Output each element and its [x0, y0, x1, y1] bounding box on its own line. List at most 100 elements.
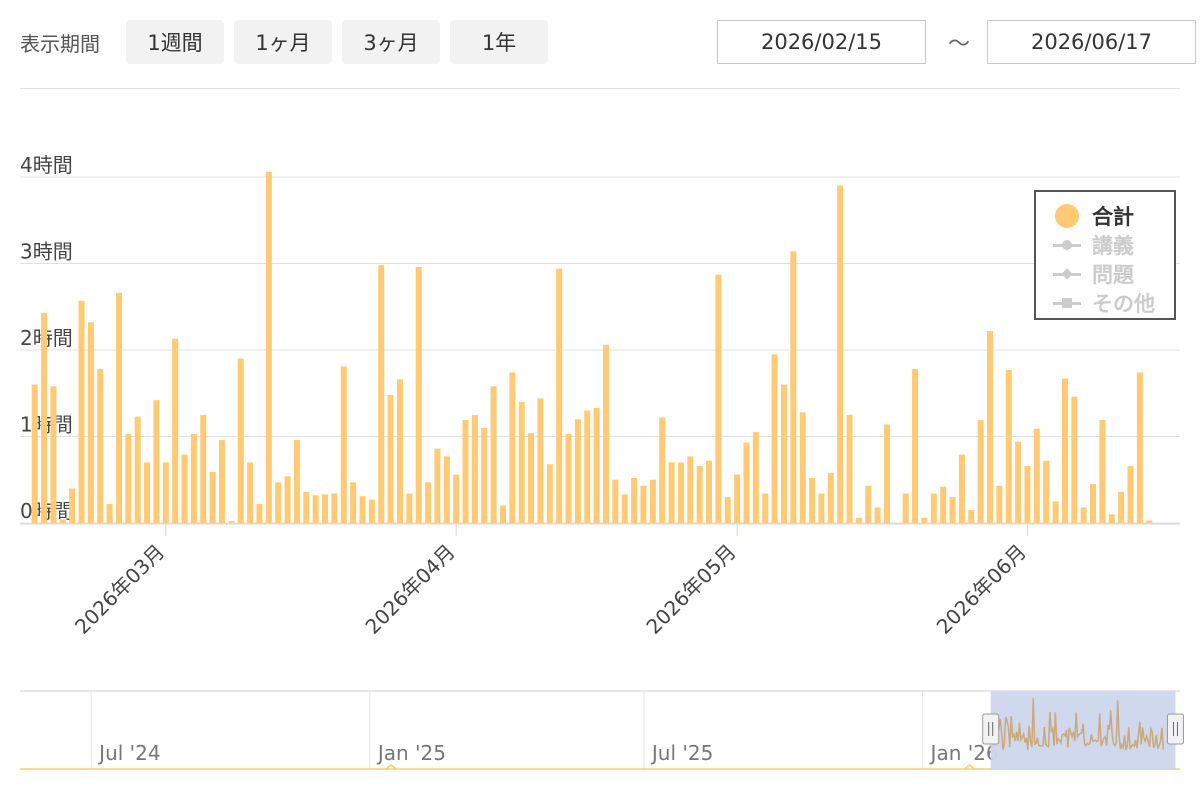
date-from-input[interactable]: 2026/02/15: [717, 20, 926, 64]
x-tick-label: 2026年06月: [932, 540, 1031, 639]
bar: [818, 493, 825, 523]
navigator-label: Jul '25: [650, 741, 713, 765]
bar: [1090, 484, 1097, 523]
bar: [284, 476, 291, 523]
bar: [322, 494, 329, 523]
bar: [706, 460, 713, 523]
bar: [649, 479, 656, 523]
range-navigator[interactable]: Jul '24 Jan '25 Jul '25 Jan '26: [0, 686, 1200, 776]
bar: [790, 251, 797, 523]
x-tick-label: 2026年03月: [70, 540, 169, 639]
legend-item-lecture[interactable]: 講義: [1036, 231, 1176, 259]
legend-label-total: 合計: [1092, 205, 1134, 229]
period-3month-button[interactable]: 3ヶ月: [342, 20, 440, 64]
bar: [331, 493, 338, 523]
period-1year-button[interactable]: 1年: [450, 20, 548, 64]
bar: [996, 485, 1003, 524]
period-1month-button[interactable]: 1ヶ月: [234, 20, 332, 64]
chart-legend: 合計 講義 問題 その他: [1034, 190, 1176, 320]
bar: [471, 414, 478, 524]
bar: [190, 433, 197, 523]
bar: [584, 410, 591, 523]
bar: [162, 462, 169, 523]
bar: [593, 407, 600, 523]
legend-circle-icon: [1052, 204, 1082, 228]
bar: [1005, 369, 1012, 523]
date-to-input[interactable]: 2026/06/17: [987, 20, 1196, 64]
bar: [668, 462, 675, 523]
bar: [574, 419, 581, 523]
bar: [97, 369, 104, 523]
legend-label-other: その他: [1092, 292, 1155, 316]
bar: [537, 398, 544, 523]
bar: [809, 478, 816, 523]
bar: [743, 442, 750, 524]
bar: [106, 503, 113, 523]
bar: [453, 474, 460, 523]
legend-item-total[interactable]: 合計: [1036, 202, 1176, 230]
bar: [1033, 428, 1040, 523]
legend-item-problem[interactable]: 問題: [1036, 260, 1176, 288]
bar: [499, 505, 506, 523]
bar: [1071, 396, 1078, 523]
y-tick-label: 3時間: [20, 240, 73, 264]
bar: [340, 366, 347, 523]
bar: [949, 497, 956, 523]
bar: [855, 517, 862, 523]
x-tick-label: 2026年04月: [360, 540, 459, 639]
bar: [350, 482, 357, 524]
bar: [415, 266, 422, 523]
legend-square-line-icon: [1052, 291, 1082, 315]
bar: [31, 384, 38, 523]
bar: [219, 439, 225, 523]
bar: [265, 171, 272, 523]
bar: [1127, 465, 1134, 523]
bar: [443, 456, 450, 523]
period-1week-button[interactable]: 1週間: [126, 20, 224, 64]
bar: [115, 292, 122, 523]
bar: [59, 519, 66, 523]
legend-item-other[interactable]: その他: [1036, 289, 1176, 317]
bar: [612, 479, 619, 523]
bar: [696, 465, 703, 523]
navigator-label: Jul '24: [97, 741, 160, 765]
legend-circle-line-icon: [1052, 233, 1082, 257]
bar: [940, 486, 947, 523]
bar: [78, 300, 85, 523]
bar: [87, 322, 94, 523]
period-label: 表示期間: [20, 32, 100, 56]
bar: [1080, 507, 1087, 523]
bar: [621, 494, 628, 523]
bar: [368, 499, 375, 523]
bar: [912, 369, 919, 523]
x-tick-label: 2026年05月: [641, 540, 740, 639]
bar: [846, 414, 853, 524]
bar: [303, 491, 310, 523]
navigator-right-handle[interactable]: [1166, 713, 1184, 745]
bar: [1118, 491, 1125, 523]
bar: [312, 495, 319, 523]
bar: [902, 493, 909, 523]
bar: [987, 330, 993, 523]
bar: [406, 493, 413, 523]
bar: [387, 394, 394, 523]
bar: [827, 472, 834, 523]
bar: [874, 507, 881, 523]
navigator-left-handle[interactable]: [982, 713, 1000, 745]
bar: [883, 424, 890, 523]
bar: [69, 488, 76, 523]
bar: [546, 464, 553, 523]
bar: [256, 503, 263, 523]
bar: [359, 496, 366, 524]
bar: [958, 454, 965, 523]
bar: [490, 386, 497, 523]
date-range-separator: 〜: [948, 32, 971, 57]
legend-label-lecture: 講義: [1092, 234, 1134, 258]
bar: [125, 433, 132, 523]
toolbar-divider: [20, 88, 1180, 89]
bar: [1043, 460, 1050, 523]
bar: [1146, 520, 1153, 523]
bar: [1024, 465, 1031, 523]
bar: [518, 401, 525, 523]
bar: [509, 372, 516, 523]
